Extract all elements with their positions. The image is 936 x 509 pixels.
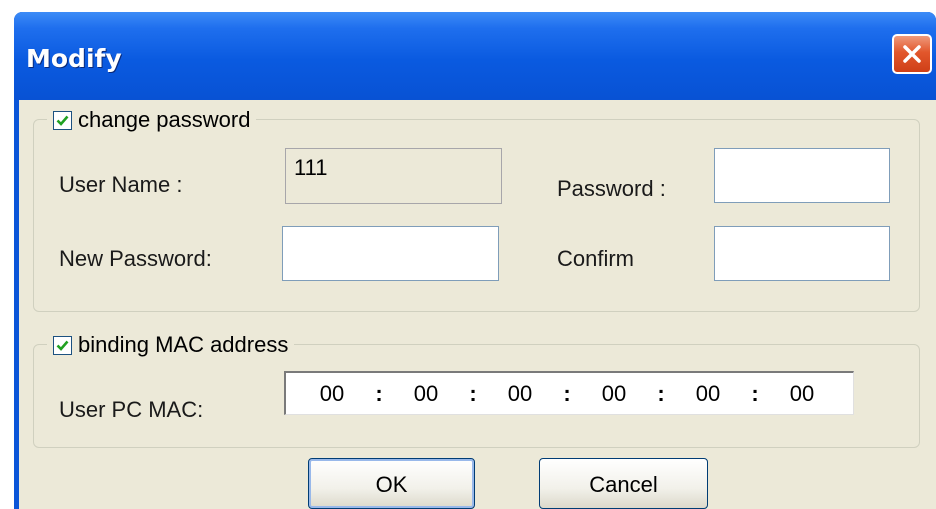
user-pc-mac-label: User PC MAC: bbox=[59, 397, 204, 422]
user-name-field: 111 bbox=[285, 148, 502, 204]
confirm-field[interactable] bbox=[714, 226, 890, 281]
modify-dialog: Modify change password User Name : 111 P… bbox=[14, 12, 936, 509]
binding-mac-legend: binding MAC address bbox=[47, 332, 295, 358]
mac-separator: : bbox=[563, 380, 571, 406]
change-password-label: change password bbox=[78, 107, 251, 132]
checkmark-icon bbox=[56, 115, 69, 126]
binding-mac-checkbox[interactable] bbox=[53, 335, 72, 355]
mac-separator: : bbox=[751, 380, 759, 406]
mac-separator: : bbox=[657, 380, 665, 406]
dialog-client-area: change password User Name : 111 Password… bbox=[19, 100, 936, 509]
mac-octet-4[interactable]: 00 bbox=[594, 381, 634, 407]
mac-octet-1[interactable]: 00 bbox=[312, 381, 352, 407]
new-password-field[interactable] bbox=[282, 226, 499, 281]
mac-octet-3[interactable]: 00 bbox=[500, 381, 540, 407]
new-password-label: New Password: bbox=[59, 246, 212, 271]
mac-separator: : bbox=[469, 380, 477, 406]
cancel-button[interactable]: Cancel bbox=[539, 458, 708, 509]
mac-octet-6[interactable]: 00 bbox=[782, 381, 822, 407]
title-bar[interactable]: Modify bbox=[14, 12, 936, 100]
change-password-checkbox[interactable] bbox=[53, 110, 72, 130]
binding-mac-label: binding MAC address bbox=[78, 332, 289, 357]
mac-address-field[interactable]: 00 : 00 : 00 : 00 : 00 : 00 bbox=[284, 371, 854, 415]
mac-octet-5[interactable]: 00 bbox=[688, 381, 728, 407]
close-icon bbox=[903, 45, 921, 63]
mac-octet-2[interactable]: 00 bbox=[406, 381, 446, 407]
password-label: Password : bbox=[557, 176, 666, 201]
checkmark-icon bbox=[56, 340, 69, 351]
password-field[interactable] bbox=[714, 148, 890, 203]
window-title: Modify bbox=[26, 44, 122, 73]
user-name-label: User Name : bbox=[59, 172, 183, 197]
ok-button[interactable]: OK bbox=[308, 458, 475, 509]
mac-separator: : bbox=[375, 380, 383, 406]
close-button[interactable] bbox=[892, 34, 932, 74]
change-password-legend: change password bbox=[47, 107, 257, 133]
confirm-label: Confirm bbox=[557, 246, 635, 271]
